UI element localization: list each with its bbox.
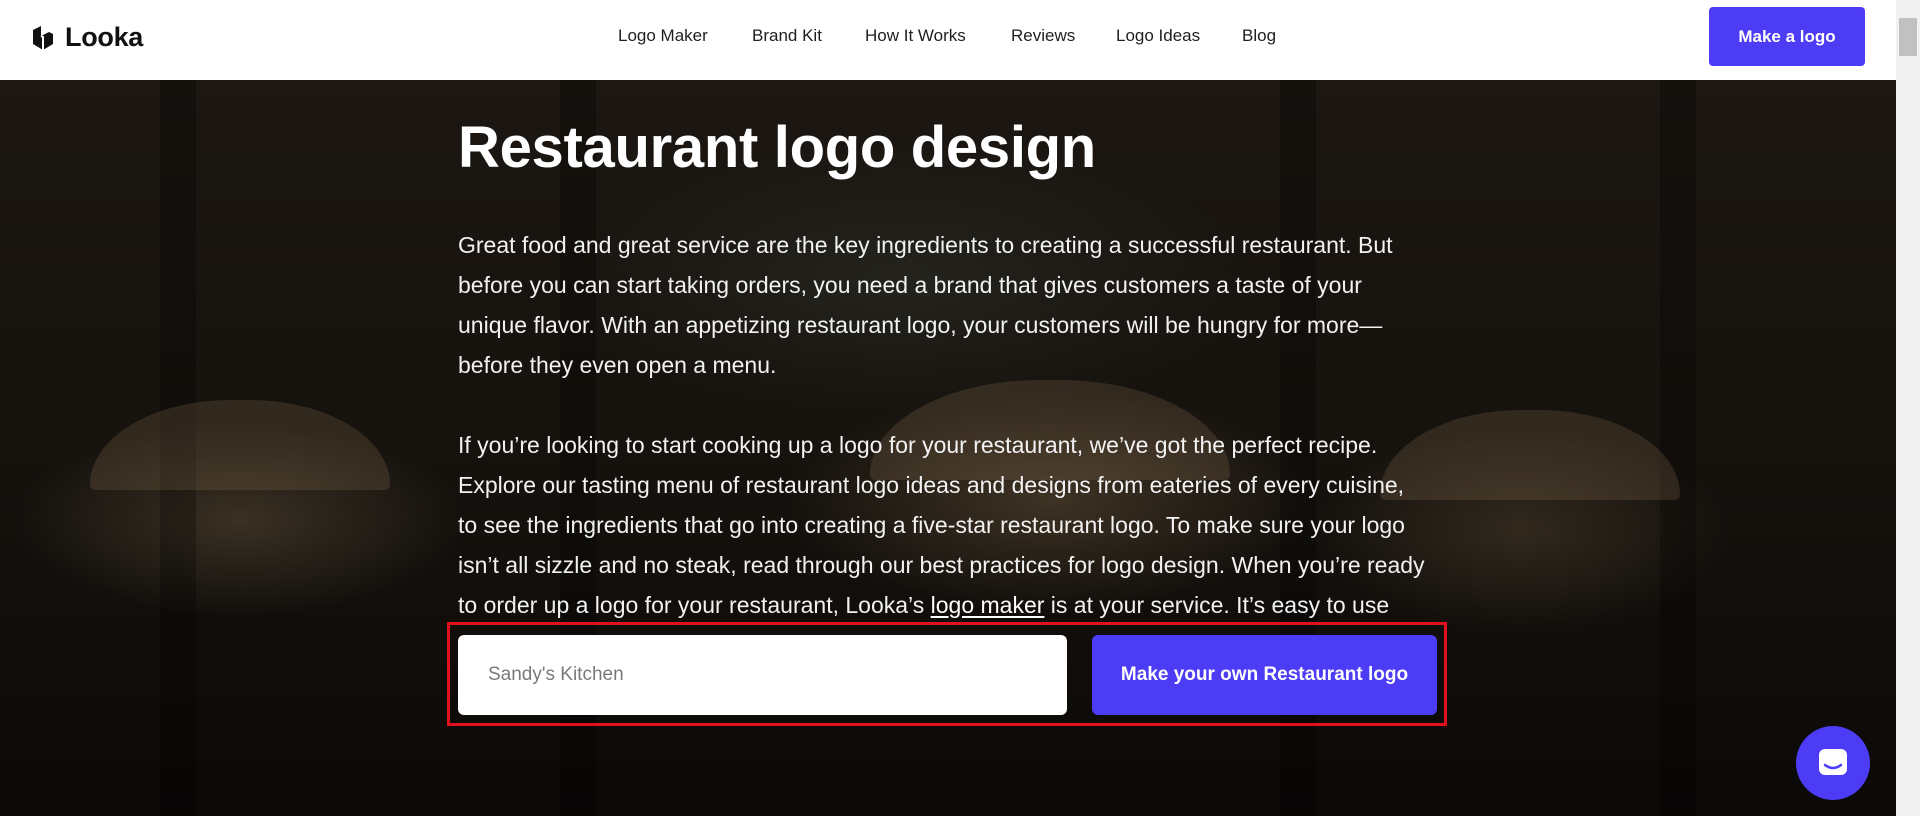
business-name-input[interactable]	[458, 635, 1067, 715]
scrollbar-thumb[interactable]	[1899, 18, 1917, 56]
details-text-start: If you’re looking to start cooking up a …	[458, 432, 1425, 618]
nav-link-brand-kit[interactable]: Brand Kit	[752, 26, 822, 46]
nav-link-reviews[interactable]: Reviews	[1011, 26, 1075, 46]
intro-paragraph: Great food and great service are the key…	[458, 232, 1393, 378]
page-scrollbar[interactable]	[1896, 0, 1920, 816]
page-title: Restaurant logo design	[458, 115, 1096, 180]
nav-link-logo-maker[interactable]: Logo Maker	[618, 26, 708, 46]
make-a-logo-button[interactable]: Make a logo	[1709, 7, 1865, 66]
chat-icon	[1819, 749, 1847, 775]
background-umbrella	[90, 400, 390, 490]
nav-link-blog[interactable]: Blog	[1242, 26, 1276, 46]
nav-link-logo-ideas[interactable]: Logo Ideas	[1116, 26, 1200, 46]
nav-link-how-it-works[interactable]: How It Works	[865, 26, 966, 46]
top-navbar: Looka Logo Maker Brand Kit How It Works …	[0, 0, 1896, 80]
make-restaurant-logo-button[interactable]: Make your own Restaurant logo	[1092, 635, 1437, 715]
logo-maker-link[interactable]: logo maker	[931, 592, 1045, 618]
background-pillar	[1660, 80, 1696, 816]
nav-links: Logo Maker Brand Kit How It Works Review…	[0, 0, 1896, 80]
chat-launcher[interactable]	[1796, 726, 1870, 800]
